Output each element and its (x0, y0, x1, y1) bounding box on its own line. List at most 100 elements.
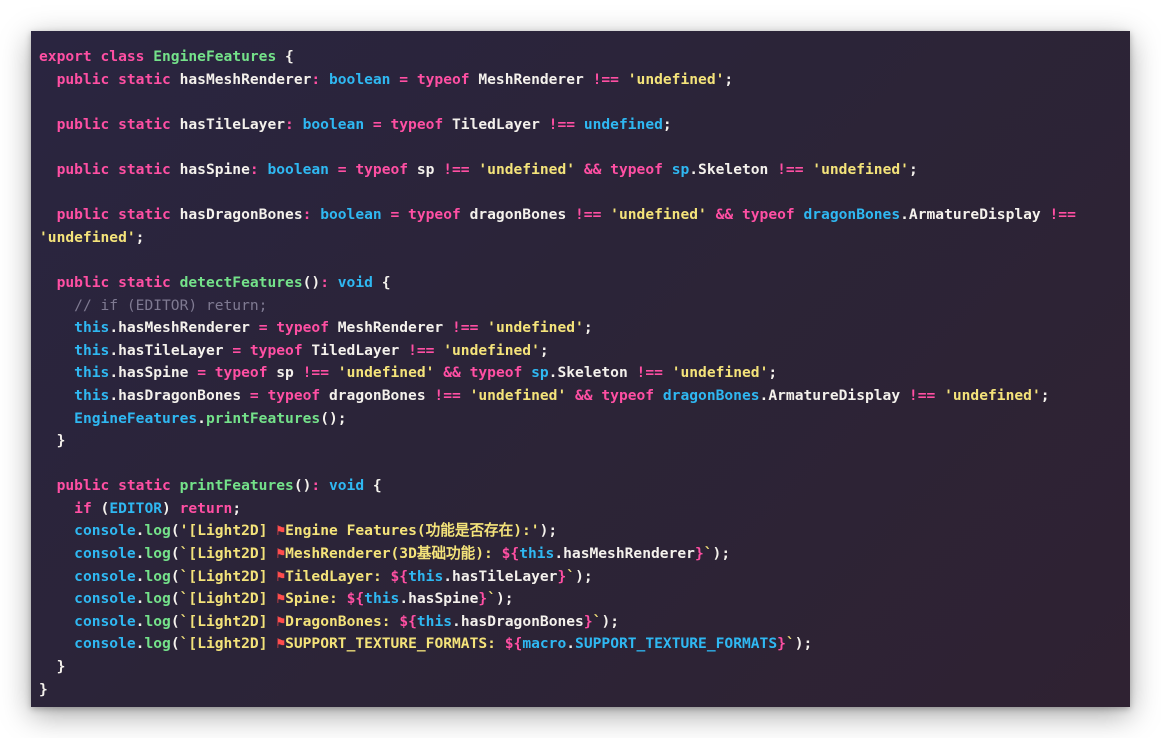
code-token: 'undefined' (944, 386, 1041, 404)
code-line: this.hasDragonBones = typeof dragonBones… (39, 385, 1124, 408)
code-token: TiledLayer (311, 341, 409, 359)
code-token: ); (575, 567, 593, 585)
code-line: public static hasSpine: boolean = typeof… (39, 159, 1124, 182)
code-token: && typeof (706, 206, 804, 224)
code-token: dragonBones (803, 206, 901, 224)
code-token: sp (531, 364, 549, 382)
code-token: ) (162, 499, 180, 517)
code-token: : (302, 206, 321, 224)
code-token: } (583, 612, 593, 630)
code-token: public static (56, 160, 180, 178)
code-token: log (144, 545, 171, 563)
code-line: public static printFeatures(): void { (39, 475, 1124, 498)
code-token: && typeof (575, 160, 672, 178)
code-token: ; (583, 319, 593, 337)
code-token: ${ (346, 590, 365, 608)
code-token: ( (170, 545, 180, 563)
code-token: : (311, 477, 329, 495)
code-token: dragonBones (328, 386, 435, 404)
code-line: this.hasMeshRenderer = typeof MeshRender… (39, 317, 1124, 340)
code-token: log (144, 612, 171, 630)
code-token: ( (170, 590, 180, 608)
code-token: ( (170, 567, 180, 585)
code-token: } (39, 680, 48, 698)
code-token: console (74, 545, 136, 563)
code-token: undefined (583, 115, 663, 133)
code-token: .hasTileLayer (109, 341, 233, 359)
code-token: .hasSpine (399, 590, 479, 608)
code-token: ); (496, 590, 514, 608)
code-token: hasDragonBones (179, 206, 303, 224)
code-token: } (478, 590, 488, 608)
code-token: && typeof (566, 386, 663, 404)
code-token: } (557, 567, 567, 585)
code-token: !== (302, 364, 338, 382)
code-token: sp (276, 364, 303, 382)
code-token: boolean (267, 160, 329, 178)
red-flag-icon: ⚑ (276, 522, 286, 540)
code-token: log (144, 522, 171, 540)
code-token: ${ (399, 612, 417, 630)
code-token: () (293, 477, 312, 495)
code-token: ; (539, 341, 549, 359)
code-token: ; (232, 499, 242, 517)
code-token: ; (662, 115, 672, 133)
code-token: 'undefined' (39, 228, 136, 246)
code-token: this (74, 386, 110, 404)
code-token: () (302, 273, 321, 291)
code-token: macro (522, 635, 567, 653)
code-token: 'undefined' (627, 70, 725, 88)
code-token: hasTileLayer (179, 115, 286, 133)
red-flag-icon: ⚑ (276, 612, 286, 630)
code-token: log (144, 567, 171, 585)
code-token: sp (416, 160, 444, 178)
code-token: ); (794, 635, 813, 653)
red-flag-icon: ⚑ (276, 545, 286, 563)
code-token: ${ (390, 567, 409, 585)
code-token: TiledLayer (452, 115, 549, 133)
code-token: this (408, 567, 444, 585)
code-token: .hasSpine (109, 364, 198, 382)
code-token: { (276, 48, 294, 65)
code-token: if (74, 499, 101, 517)
code-line: public static detectFeatures(): void { (39, 272, 1124, 295)
code-token: = typeof (232, 341, 312, 359)
code-token: ; (1040, 386, 1050, 404)
code-token: DragonBones: (285, 612, 400, 630)
code-token: void (337, 273, 373, 291)
code-token: boolean (328, 70, 391, 88)
code-token: : (320, 273, 338, 291)
code-token: this (416, 612, 453, 630)
code-line: console.log(`[Light2D] ⚑MeshRenderer(3D基… (39, 543, 1124, 566)
code-token: } (777, 635, 786, 653)
code-token: !== (592, 70, 628, 88)
code-token: 'undefined' (671, 364, 769, 382)
code-token: SUPPORT_TEXTURE_FORMATS (575, 635, 778, 653)
code-token: !== (443, 160, 479, 178)
code-line: console.log(`[Light2D] ⚑TiledLayer: ${th… (39, 566, 1124, 589)
code-token: .hasTileLayer (443, 567, 558, 585)
code-line: console.log(`[Light2D] ⚑DragonBones: ${t… (39, 611, 1124, 634)
code-token: hasMeshRenderer (179, 70, 312, 88)
code-token: dragonBones (469, 206, 576, 224)
code-token: : (311, 70, 329, 88)
code-token: !== (1049, 206, 1076, 224)
code-token: ( (170, 612, 180, 630)
code-token: console (74, 522, 136, 540)
code-token: `[Light2D] (179, 612, 277, 630)
code-token: public static (56, 477, 180, 495)
code-token: .ArmatureDisplay (900, 206, 1050, 224)
code-token: && typeof (434, 364, 532, 382)
code-token: Spine: (285, 590, 347, 608)
code-token: ; (908, 160, 918, 178)
code-token: printFeatures (179, 477, 294, 495)
code-token: 'undefined' (443, 341, 540, 359)
code-token: `[Light2D] (179, 635, 277, 653)
code-snippet-window: export class EngineFeatures { public sta… (31, 31, 1130, 707)
